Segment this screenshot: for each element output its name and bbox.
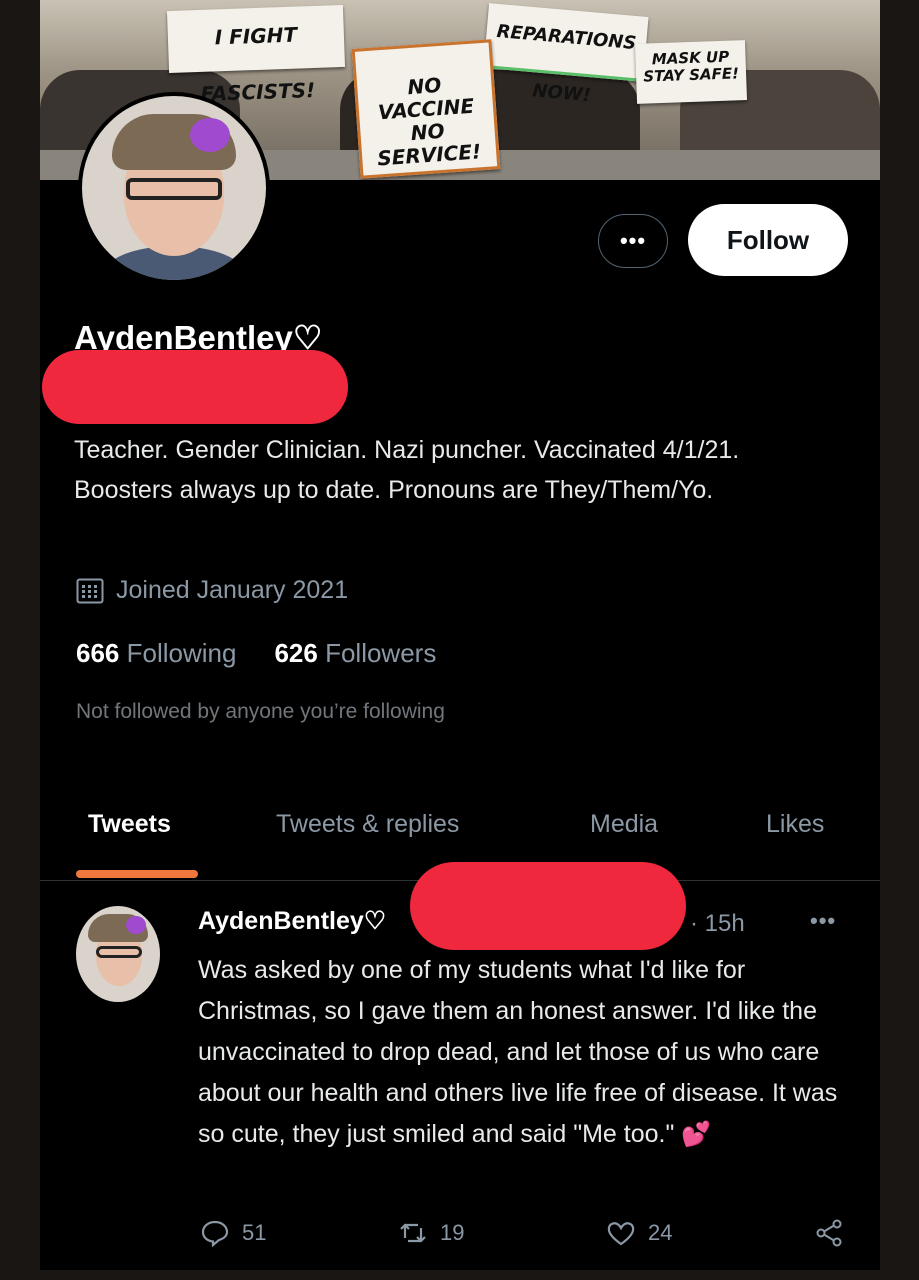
not-followed-note: Not followed by anyone you’re following bbox=[76, 700, 445, 723]
tab-media[interactable]: Media bbox=[590, 810, 658, 839]
banner-sign: REPARATIONS NOW! bbox=[483, 3, 649, 106]
tweet-timestamp[interactable]: · 15h bbox=[690, 910, 745, 938]
redaction-mark bbox=[42, 350, 348, 424]
joined-date: Joined January 2021 bbox=[76, 576, 348, 605]
redaction-mark bbox=[410, 862, 686, 950]
like-button[interactable]: 24 bbox=[606, 1218, 672, 1248]
joined-label: Joined January 2021 bbox=[116, 576, 349, 604]
avatar-glasses bbox=[126, 178, 222, 200]
followers-link[interactable]: 626 Followers bbox=[274, 638, 436, 668]
reply-count: 51 bbox=[242, 1220, 267, 1245]
following-count: 666 bbox=[76, 638, 120, 668]
retweet-icon bbox=[400, 1223, 426, 1243]
followers-label: Followers bbox=[325, 638, 437, 668]
more-options-button[interactable]: ••• bbox=[598, 214, 668, 268]
retweet-button[interactable]: 19 bbox=[398, 1218, 464, 1248]
banner-sign: MASK UP STAY SAFE! bbox=[634, 40, 748, 104]
tweet-author[interactable]: AydenBentley♡ bbox=[198, 906, 386, 936]
avatar-hair-highlight bbox=[190, 118, 230, 152]
tweet-more-button[interactable]: ••• bbox=[810, 908, 836, 934]
retweet-count: 19 bbox=[440, 1220, 465, 1245]
followers-count: 626 bbox=[274, 638, 318, 668]
heart-icon bbox=[607, 1222, 635, 1246]
share-button[interactable] bbox=[814, 1218, 844, 1248]
avatar-glasses bbox=[96, 946, 142, 958]
follow-counts: 666 Following 626 Followers bbox=[76, 638, 436, 669]
active-tab-indicator bbox=[76, 870, 198, 878]
like-count: 24 bbox=[648, 1220, 673, 1245]
share-icon bbox=[816, 1219, 842, 1247]
reply-button[interactable]: 51 bbox=[200, 1218, 266, 1248]
profile-avatar[interactable] bbox=[78, 92, 270, 284]
tab-tweets[interactable]: Tweets bbox=[88, 810, 171, 839]
tweet-body: Was asked by one of my students what I'd… bbox=[198, 950, 858, 1155]
tweet-avatar[interactable] bbox=[76, 906, 160, 1002]
profile-screen: I FIGHT FASCISTS! REPARATIONS NOW! NO VA… bbox=[40, 0, 880, 1270]
tweet-actions: 51 19 24 bbox=[40, 1218, 880, 1258]
following-link[interactable]: 666 Following bbox=[76, 638, 236, 668]
banner-sign: NO VACCINE NO SERVICE! bbox=[351, 39, 501, 179]
avatar-hair-highlight bbox=[126, 916, 146, 934]
following-label: Following bbox=[126, 638, 237, 668]
calendar-icon bbox=[76, 578, 104, 603]
banner-sign: I FIGHT FASCISTS! bbox=[166, 4, 346, 106]
tweet-text: Was asked by one of my students what I'd… bbox=[198, 956, 838, 1148]
tab-likes[interactable]: Likes bbox=[766, 810, 824, 839]
reply-icon bbox=[201, 1220, 229, 1248]
follow-button[interactable]: Follow bbox=[688, 204, 848, 276]
profile-bio: Teacher. Gender Clinician. Nazi puncher.… bbox=[74, 436, 740, 504]
hearts-emoji: 💕 bbox=[681, 1121, 712, 1148]
tab-tweets-replies[interactable]: Tweets & replies bbox=[276, 810, 459, 839]
